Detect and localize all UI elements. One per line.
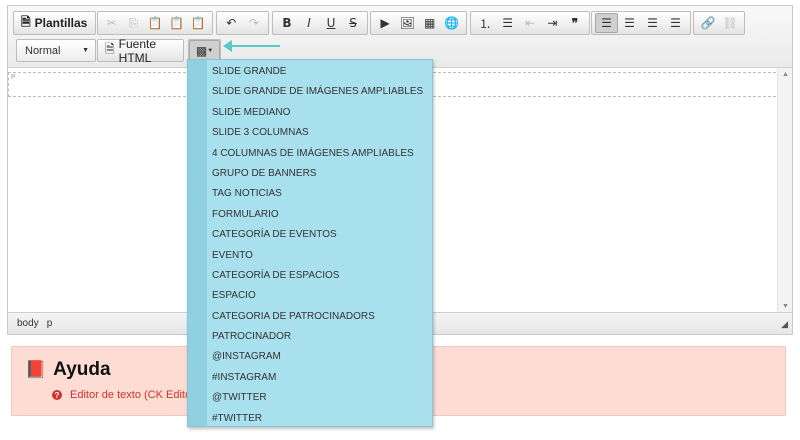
- align-center-icon[interactable]: ☰: [618, 13, 641, 33]
- menu-item[interactable]: GRUPO DE BANNERS: [212, 164, 423, 184]
- dropdown-list: SLIDE GRANDE SLIDE GRANDE DE IMÁGENES AM…: [212, 62, 423, 429]
- bold-icon[interactable]: B: [276, 13, 298, 33]
- underline-icon[interactable]: U: [320, 13, 342, 33]
- menu-item[interactable]: TAG NOTICIAS: [212, 184, 423, 204]
- pointer-arrow: [223, 40, 280, 52]
- image-icon[interactable]: 🖼: [396, 13, 418, 33]
- menu-item[interactable]: SLIDE GRANDE DE IMÁGENES AMPLIABLES: [212, 82, 423, 102]
- align-right-icon[interactable]: ☰: [641, 13, 664, 33]
- dropdown-strip: [188, 60, 207, 426]
- widget-dropdown-button[interactable]: ▩ ▼: [189, 40, 220, 61]
- paste-text-icon[interactable]: 📋: [166, 13, 188, 33]
- menu-item[interactable]: SLIDE 3 COLUMNAS: [212, 123, 423, 143]
- indent-icon[interactable]: ⇥: [541, 13, 563, 33]
- help-title: 📕 Ayuda: [25, 359, 111, 380]
- question-icon: ?: [52, 390, 62, 400]
- path-p[interactable]: p: [47, 318, 53, 329]
- insert-group: ▶ 🖼 ▦ 🌐: [370, 11, 467, 35]
- undo-group: ↶ ↷: [216, 11, 269, 35]
- book-icon: 📕: [25, 360, 47, 379]
- menu-item[interactable]: CATEGORÍA DE EVENTOS: [212, 225, 423, 245]
- editor-scrollbar[interactable]: ▲ ▼: [777, 68, 792, 313]
- style-group: B I U S: [272, 11, 368, 35]
- iframe-icon[interactable]: 🌐: [441, 13, 463, 33]
- align-left-icon[interactable]: ☰: [595, 13, 618, 33]
- clipboard-group: ✂ ⎘ 📋 📋 📋: [97, 11, 213, 35]
- chevron-down-icon: ▼: [82, 47, 89, 54]
- path-body[interactable]: body: [17, 318, 39, 329]
- menu-item[interactable]: @INSTAGRAM: [212, 347, 423, 367]
- menu-item[interactable]: PATROCINADOR: [212, 327, 423, 347]
- menu-item[interactable]: @TWITTER: [212, 388, 423, 408]
- menu-item[interactable]: 4 COLUMNAS DE IMÁGENES AMPLIABLES: [212, 144, 423, 164]
- redo-icon[interactable]: ↷: [243, 13, 266, 33]
- paste-icon[interactable]: 📋: [144, 13, 166, 33]
- widget-icon: ▩: [195, 43, 208, 58]
- template-icon: 🗎: [21, 14, 31, 29]
- bullet-list-icon[interactable]: ☰: [496, 13, 518, 33]
- numbered-list-icon[interactable]: ⒈: [474, 13, 496, 33]
- templates-group: 🗎 Plantillas: [13, 11, 96, 35]
- scroll-up-icon[interactable]: ▲: [782, 71, 789, 78]
- align-group: ☰ ☰ ☰ ☰: [591, 11, 691, 35]
- help-item[interactable]: ? Editor de texto (CK Edito: [52, 389, 191, 401]
- cut-icon[interactable]: ✂: [101, 13, 123, 33]
- menu-item[interactable]: #TWITTER: [212, 409, 423, 429]
- menu-item[interactable]: FORMULARIO: [212, 205, 423, 225]
- widget-dropdown-menu: SLIDE GRANDE SLIDE GRANDE DE IMÁGENES AM…: [187, 59, 433, 427]
- templates-button[interactable]: 🗎 Plantillas: [17, 13, 91, 34]
- link-icon[interactable]: 🔗: [697, 13, 719, 33]
- source-group: 🗎 Fuente HTML: [97, 37, 184, 65]
- paragraph-tag-label: P: [11, 74, 16, 81]
- scroll-down-icon[interactable]: ▼: [782, 303, 789, 310]
- source-button[interactable]: 🗎 Fuente HTML: [101, 37, 180, 65]
- chevron-down-icon: ▼: [207, 47, 214, 54]
- menu-item[interactable]: SLIDE GRANDE: [212, 62, 423, 82]
- source-icon: 🗎: [105, 42, 115, 56]
- justify-icon[interactable]: ☰: [664, 13, 687, 33]
- menu-item[interactable]: #INSTAGRAM: [212, 368, 423, 388]
- table-icon[interactable]: ▦: [419, 13, 441, 33]
- outdent-icon[interactable]: ⇤: [519, 13, 541, 33]
- menu-item[interactable]: EVENTO: [212, 246, 423, 266]
- copy-icon[interactable]: ⎘: [123, 13, 145, 33]
- italic-icon[interactable]: I: [298, 13, 320, 33]
- blockquote-icon[interactable]: ❞: [564, 13, 586, 33]
- resize-handle-icon[interactable]: ◢: [781, 319, 788, 330]
- menu-item[interactable]: CATEGORIA DE PATROCINADORS: [212, 307, 423, 327]
- menu-item[interactable]: SLIDE MEDIANO: [212, 103, 423, 123]
- unlink-icon[interactable]: ⛓: [719, 13, 741, 33]
- undo-icon[interactable]: ↶: [220, 13, 243, 33]
- menu-item[interactable]: CATEGORÍA DE ESPACIOS: [212, 266, 423, 286]
- strike-icon[interactable]: S: [342, 13, 364, 33]
- media-icon[interactable]: ▶: [374, 13, 396, 33]
- paste-word-icon[interactable]: 📋: [187, 13, 209, 33]
- format-select[interactable]: Normal ▼: [16, 39, 96, 62]
- link-group: 🔗 ⛓: [693, 11, 745, 35]
- menu-item[interactable]: ESPACIO: [212, 286, 423, 306]
- list-group: ⒈ ☰ ⇤ ⇥ ❞: [470, 11, 590, 35]
